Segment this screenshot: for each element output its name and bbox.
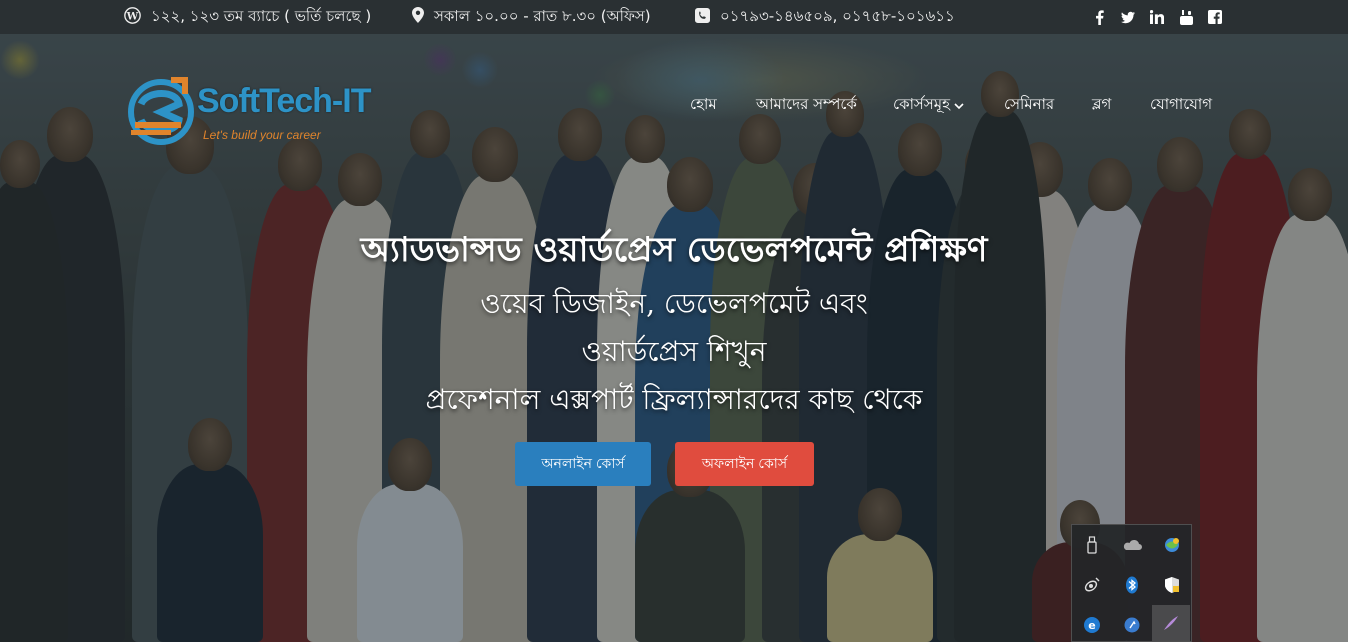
youtube-icon[interactable]	[1179, 9, 1193, 25]
linkedin-icon[interactable]	[1150, 10, 1164, 24]
hero-subtitle-line-1: ওয়েব ডিজাইন, ডেভেলপমেট এবং	[480, 287, 868, 320]
nav-label: সেমিনার	[1004, 94, 1055, 113]
edge-browser-icon[interactable]: e	[1080, 613, 1104, 637]
nav-label: ব্লগ	[1092, 94, 1112, 113]
svg-text:W: W	[126, 10, 139, 22]
chat-icon[interactable]	[1120, 613, 1144, 637]
twitter-icon[interactable]	[1121, 10, 1135, 24]
map-marker-icon	[412, 7, 424, 27]
security-shield-icon[interactable]	[1160, 573, 1184, 597]
nav-item-about[interactable]: আমাদের সম্পর্কে	[756, 93, 857, 118]
usb-drive-icon[interactable]	[1080, 533, 1104, 557]
logo-mark-icon	[128, 77, 194, 145]
office-hours: সকাল ১০.০০ - রাত ৮.৩০ (অফিস)	[412, 0, 651, 34]
logo-name: SoftTech-IT	[197, 82, 371, 120]
phone-icon	[695, 7, 710, 27]
social-links	[1092, 0, 1222, 34]
nav-item-contact[interactable]: যোগাযোগ	[1150, 93, 1212, 118]
facebook-icon[interactable]	[1092, 9, 1106, 25]
nav-label: হোম	[690, 94, 717, 113]
top-info-bar: W ১২২, ১২৩ তম ব্যাচে ( ভর্তি চলছে ) সকাল…	[0, 0, 1348, 34]
nav-item-courses[interactable]: কোর্সসমূহ	[893, 93, 964, 118]
network-globe-icon[interactable]	[1160, 533, 1184, 557]
onedrive-cloud-icon[interactable]	[1120, 533, 1144, 557]
hero-subtitle-line-2: ওয়ার্ডপ্রেস শিখুন	[581, 335, 767, 368]
logo-tagline: Let's build your career	[203, 128, 321, 142]
bluetooth-icon[interactable]	[1120, 573, 1144, 597]
batch-text: ১২২, ১২৩ তম ব্যাচে ( ভর্তি চলছে )	[151, 6, 372, 25]
offline-course-button[interactable]: অফলাইন কোর্স	[675, 442, 814, 486]
nav-label: আমাদের সম্পর্কে	[756, 94, 857, 113]
nav-item-seminar[interactable]: সেমিনার	[1004, 93, 1054, 118]
phone-info: ০১৭৯৩-১৪৬৫০৯, ০১৭৫৮-১০১৬১১	[695, 0, 955, 34]
facebook-square-icon[interactable]	[1208, 10, 1222, 24]
satellite-icon[interactable]	[1080, 573, 1104, 597]
batch-info: W ১২২, ১২৩ তম ব্যাচে ( ভর্তি চলছে )	[124, 0, 371, 34]
nav-label: কোর্সসমূহ	[893, 94, 950, 113]
nav-item-blog[interactable]: ব্লগ	[1092, 93, 1111, 118]
svg-text:e: e	[1088, 619, 1095, 632]
hours-text: সকাল ১০.০০ - রাত ৮.৩০ (অফিস)	[434, 6, 651, 25]
pen-feather-icon[interactable]	[1152, 605, 1190, 641]
hero-subtitle-line-3: প্রফেশনাল এক্সপার্ট ফ্রিল্যান্সারদের কাছ…	[425, 383, 923, 416]
system-tray-overflow: e	[1071, 524, 1192, 642]
chevron-down-icon	[954, 96, 964, 114]
hero-title: অ্যাডভান্সড ওয়ার্ডপ্রেস ডেভেলপমেন্ট প্র…	[360, 230, 988, 270]
phone-text: ০১৭৯৩-১৪৬৫০৯, ০১৭৫৮-১০১৬১১	[720, 6, 955, 25]
softtech-it-logo[interactable]: SoftTech-IT Let's build your career	[127, 74, 377, 146]
wordpress-icon: W	[124, 6, 141, 28]
nav-item-home[interactable]: হোম	[690, 93, 717, 118]
online-course-button[interactable]: অনলাইন কোর্স	[515, 442, 651, 486]
nav-label: যোগাযোগ	[1150, 94, 1213, 113]
